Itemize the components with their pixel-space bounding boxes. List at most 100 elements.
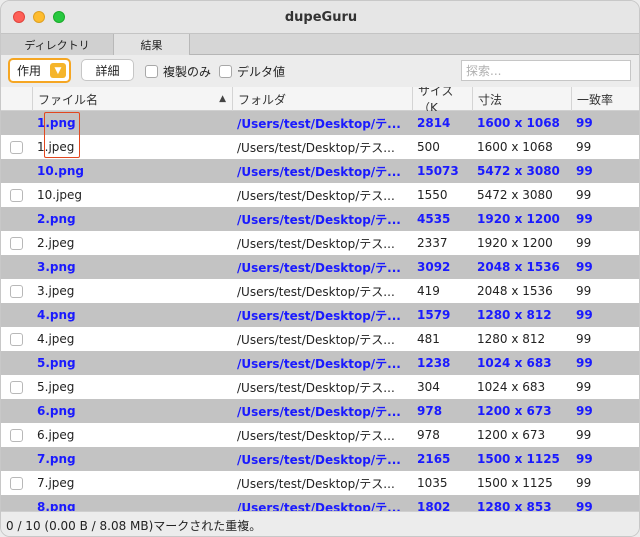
cell-folder: /Users/test/Desktop/テ... (237, 260, 401, 275)
cell-filename: 10.jpeg (37, 188, 83, 202)
cell-match: 99 (576, 188, 592, 202)
search-input[interactable]: 探索... (461, 60, 631, 81)
cell-filename: 8.png (37, 500, 76, 511)
zoom-button[interactable] (53, 11, 65, 23)
cell-folder: /Users/test/Desktop/テ... (237, 452, 401, 467)
duplicate-row[interactable]: 3.jpeg/Users/test/Desktop/テス... 419 2048 x… (1, 279, 639, 303)
header-folder[interactable]: フォルダ (232, 87, 412, 111)
cell-match: 99 (576, 428, 592, 442)
cell-filename: 5.jpeg (37, 380, 75, 394)
window-title: dupeGuru (284, 9, 358, 25)
cell-size: 304 (417, 380, 440, 394)
header-filename[interactable]: ファイル名 ▲ (32, 87, 232, 111)
cell-folder: /Users/test/Desktop/テス... (237, 380, 395, 395)
header-match[interactable]: 一致率 (571, 87, 639, 111)
header-dimensions[interactable]: 寸法 (472, 87, 571, 111)
cell-size: 978 (417, 404, 443, 418)
duplicate-row[interactable]: 10.jpeg/Users/test/Desktop/テス... 1550 5472… (1, 183, 639, 207)
sort-ascending-icon: ▲ (219, 94, 226, 104)
mark-checkbox[interactable] (10, 333, 23, 346)
mark-checkbox[interactable] (10, 381, 23, 394)
reference-row[interactable]: 7.png/Users/test/Desktop/テ... 2165 1500 x … (1, 447, 639, 471)
header-mark-column (1, 87, 32, 111)
cell-filename: 6.png (37, 404, 76, 418)
tab-bar: ディレクトリ 結果 (1, 33, 639, 55)
cell-filename: 3.jpeg (37, 284, 75, 298)
duplicate-row[interactable]: 2.jpeg/Users/test/Desktop/テス... 2337 1920 … (1, 231, 639, 255)
duplicate-row[interactable]: 5.jpeg/Users/test/Desktop/テス... 304 1024 x… (1, 375, 639, 399)
cell-folder: /Users/test/Desktop/テス... (237, 428, 395, 443)
duplicate-row[interactable]: 6.jpeg/Users/test/Desktop/テス... 978 1200 x… (1, 423, 639, 447)
mark-checkbox[interactable] (10, 477, 23, 490)
cell-folder: /Users/test/Desktop/テ... (237, 212, 401, 227)
cell-match: 99 (576, 500, 593, 511)
delta-option[interactable]: デルタ値 (219, 63, 285, 80)
cell-dimensions: 5472 x 3080 (477, 164, 560, 178)
mark-checkbox[interactable] (10, 141, 23, 154)
close-button[interactable] (13, 11, 25, 23)
cell-folder: /Users/test/Desktop/テ... (237, 308, 401, 323)
mark-checkbox[interactable] (10, 237, 23, 250)
cell-size: 1550 (417, 188, 448, 202)
results-table: ファイル名 ▲ フォルダ サイズ（K 寸法 一致率 1.png/Users/te… (1, 87, 639, 511)
tab-directories[interactable]: ディレクトリ (1, 34, 114, 55)
cell-dimensions: 1600 x 1068 (477, 116, 560, 130)
duplicate-row[interactable]: 7.jpeg/Users/test/Desktop/テス... 1035 1500 … (1, 471, 639, 495)
reference-row[interactable]: 6.png/Users/test/Desktop/テ... 978 1200 x 6… (1, 399, 639, 423)
minimize-button[interactable] (33, 11, 45, 23)
cell-dimensions: 1920 x 1200 (477, 236, 553, 250)
cell-filename: 3.png (37, 260, 76, 274)
mark-checkbox[interactable] (10, 189, 23, 202)
cell-size: 4535 (417, 212, 451, 226)
cell-filename: 6.jpeg (37, 428, 75, 442)
cell-folder: /Users/test/Desktop/テ... (237, 116, 401, 131)
cell-dimensions: 1600 x 1068 (477, 140, 553, 154)
table-header: ファイル名 ▲ フォルダ サイズ（K 寸法 一致率 (1, 87, 639, 115)
cell-dimensions: 1200 x 673 (477, 428, 546, 442)
cell-size: 978 (417, 428, 440, 442)
cell-filename: 7.jpeg (37, 476, 75, 490)
cell-filename: 2.png (37, 212, 76, 226)
cell-filename: 5.png (37, 356, 76, 370)
reference-row[interactable]: 5.png/Users/test/Desktop/テ... 1238 1024 x … (1, 351, 639, 375)
reference-row[interactable]: 3.png/Users/test/Desktop/テ... 3092 2048 x … (1, 255, 639, 279)
dupes-only-checkbox[interactable] (145, 65, 158, 78)
cell-dimensions: 1280 x 853 (477, 500, 552, 511)
cell-size: 1035 (417, 476, 448, 490)
mark-checkbox[interactable] (10, 285, 23, 298)
cell-size: 3092 (417, 260, 451, 274)
duplicate-row[interactable]: 4.jpeg/Users/test/Desktop/テス... 481 1280 x… (1, 327, 639, 351)
dupes-only-label: 複製のみ (163, 65, 212, 79)
header-size[interactable]: サイズ（K (412, 87, 472, 115)
action-menu-button[interactable]: 作用 ▼ (8, 58, 71, 83)
title-bar: dupeGuru (1, 1, 639, 33)
mark-checkbox[interactable] (10, 429, 23, 442)
window-controls (13, 11, 65, 23)
cell-match: 99 (576, 140, 592, 154)
cell-match: 99 (576, 260, 593, 274)
cell-dimensions: 1200 x 673 (477, 404, 552, 418)
cell-size: 2814 (417, 116, 451, 130)
reference-row[interactable]: 1.png/Users/test/Desktop/テ... 2814 1600 x … (1, 111, 639, 135)
header-filename-label: ファイル名 (38, 92, 99, 107)
tab-results[interactable]: 結果 (114, 34, 190, 55)
cell-filename: 2.jpeg (37, 236, 75, 250)
status-bar: 0 / 10 (0.00 B / 8.08 MB)マークされた重複。 (1, 511, 639, 536)
reference-row[interactable]: 4.png/Users/test/Desktop/テ... 1579 1280 x … (1, 303, 639, 327)
dupes-only-option[interactable]: 複製のみ (145, 63, 211, 80)
duplicate-row[interactable]: 1.jpeg/Users/test/Desktop/テス... 500 1600 x… (1, 135, 639, 159)
details-button[interactable]: 詳細 (81, 59, 134, 81)
reference-row[interactable]: 10.png/Users/test/Desktop/テ... 15073 5472 … (1, 159, 639, 183)
delta-label: デルタ値 (237, 65, 286, 79)
status-text: 0 / 10 (0.00 B / 8.08 MB)マークされた重複。 (6, 518, 262, 533)
cell-match: 99 (576, 164, 593, 178)
reference-row[interactable]: 2.png/Users/test/Desktop/テ... 4535 1920 x … (1, 207, 639, 231)
cell-folder: /Users/test/Desktop/テス... (237, 284, 395, 299)
cell-dimensions: 1024 x 683 (477, 380, 546, 394)
delta-checkbox[interactable] (219, 65, 232, 78)
cell-match: 99 (576, 380, 592, 394)
cell-match: 99 (576, 212, 593, 226)
cell-size: 1238 (417, 356, 451, 370)
reference-row[interactable]: 8.png/Users/test/Desktop/テ... 1802 1280 x … (1, 495, 639, 511)
cell-filename: 4.png (37, 308, 76, 322)
